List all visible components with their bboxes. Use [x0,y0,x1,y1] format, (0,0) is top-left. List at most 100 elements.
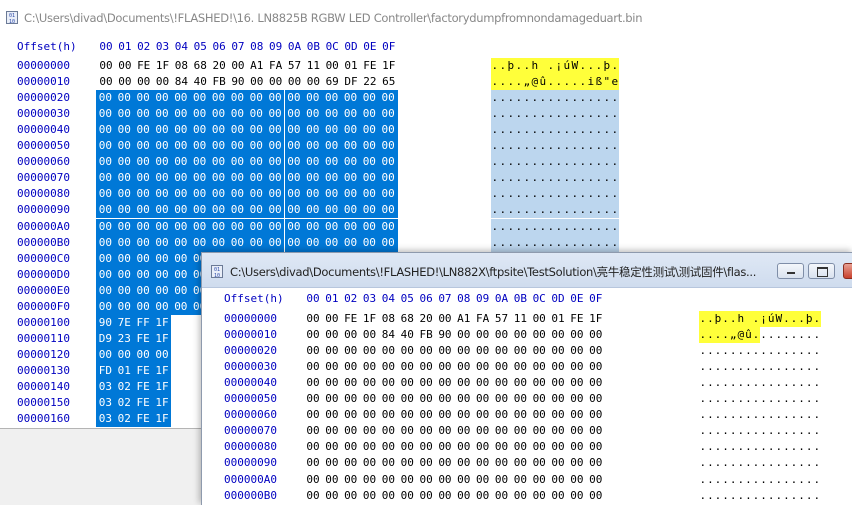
hex-byte[interactable]: 00 [133,122,153,139]
hex-byte[interactable]: 00 [152,106,172,123]
ascii-text[interactable]: ................ [699,407,821,423]
hex-byte[interactable]: 00 [455,327,473,343]
hex-byte[interactable]: 00 [96,250,115,267]
hex-byte[interactable]: 00 [322,218,342,235]
ascii-text[interactable]: .... „ @ û......... [699,327,821,344]
hex-byte[interactable]: 00 [378,154,398,171]
hex-byte[interactable]: 68 [191,58,209,74]
hex-byte[interactable]: 00 [322,138,342,155]
hex-byte[interactable]: 00 [304,74,322,90]
hex-byte[interactable]: 68 [398,311,416,327]
hex-byte[interactable]: 00 [587,488,605,504]
hex-byte[interactable]: 00 [171,266,191,283]
hex-byte[interactable]: 01 [114,362,134,379]
hex-byte[interactable]: FE [133,395,153,412]
hex-byte[interactable]: 00 [227,202,247,219]
hex-byte[interactable]: 00 [549,359,567,375]
hex-byte[interactable]: 00 [96,282,115,299]
hex-byte[interactable]: 00 [511,439,529,455]
hex-byte[interactable]: 00 [152,282,172,299]
hex-byte[interactable]: 00 [323,327,341,343]
hex-byte[interactable]: DF [342,74,360,90]
hex-byte[interactable]: 00 [304,472,322,488]
hex-byte[interactable]: FE [342,311,360,327]
hex-byte[interactable]: 00 [171,122,191,139]
hex-byte[interactable]: 00 [361,343,379,359]
hex-byte[interactable]: 00 [322,170,342,187]
hex-byte[interactable]: 00 [361,423,379,439]
hex-byte[interactable]: 00 [114,234,134,251]
hex-byte[interactable]: 00 [436,472,454,488]
hex-byte[interactable]: 00 [568,439,586,455]
hex-byte[interactable]: 00 [341,218,360,235]
hex-byte[interactable]: FA [474,311,492,327]
hex-byte[interactable]: 00 [549,423,567,439]
hex-byte[interactable]: 00 [323,391,341,407]
hex-byte[interactable]: 00 [530,391,548,407]
hex-byte[interactable]: 00 [304,455,322,471]
hex-byte[interactable]: 00 [265,186,285,203]
hex-byte[interactable]: 00 [190,186,210,203]
hex-byte[interactable]: 11 [511,311,529,327]
hex-byte[interactable]: 00 [152,234,172,251]
hex-byte[interactable]: 00 [455,359,473,375]
hex-byte[interactable]: 00 [265,170,285,187]
hex-byte[interactable]: 00 [303,106,323,123]
hex-byte[interactable]: 00 [342,343,360,359]
hex-byte[interactable]: 00 [436,343,454,359]
hex-byte[interactable]: 00 [341,106,360,123]
hex-byte[interactable]: D9 [96,330,115,347]
hex-byte[interactable]: 00 [379,407,397,423]
hex-byte[interactable]: 00 [246,186,266,203]
hex-byte[interactable]: 00 [530,472,548,488]
hex-byte[interactable]: 00 [361,375,379,391]
hex-byte[interactable]: 00 [114,90,134,107]
hex-byte[interactable]: FE [568,311,586,327]
hex-byte[interactable]: 00 [227,234,247,251]
hex-byte[interactable]: 00 [304,343,322,359]
hex-byte[interactable]: 00 [190,234,210,251]
hex-byte[interactable]: 00 [341,154,360,171]
hex-byte[interactable]: 00 [246,122,266,139]
hex-byte[interactable]: 00 [114,282,134,299]
hex-byte[interactable]: 00 [341,202,360,219]
hex-byte[interactable]: 00 [152,298,172,315]
hex-byte[interactable]: 00 [171,186,191,203]
hex-byte[interactable]: 00 [568,455,586,471]
hex-byte[interactable]: 00 [171,218,191,235]
hex-byte[interactable]: 00 [342,327,360,343]
hex-byte[interactable]: 00 [511,423,529,439]
hex-byte[interactable]: 00 [474,327,492,343]
hex-byte[interactable]: 00 [265,218,285,235]
hex-byte[interactable]: 00 [379,488,397,504]
hex-byte[interactable]: 00 [342,439,360,455]
hex-byte[interactable]: 00 [284,202,304,219]
hex-byte[interactable]: 65 [380,74,398,90]
hex-byte[interactable]: 03 [96,411,115,428]
ascii-text[interactable]: ................ [491,122,619,139]
hex-byte[interactable]: FE [135,58,153,74]
hex-byte[interactable]: 00 [133,170,153,187]
hex-byte[interactable]: 00 [511,391,529,407]
hex-byte[interactable]: 00 [114,186,134,203]
hex-byte[interactable]: 00 [304,423,322,439]
hex-byte[interactable]: 00 [474,391,492,407]
hex-byte[interactable]: 00 [116,74,134,90]
hex-byte[interactable]: 00 [530,488,548,504]
hex-byte[interactable]: 00 [96,234,115,251]
hex-byte[interactable]: 00 [265,106,285,123]
hex-byte[interactable]: 00 [227,154,247,171]
hex-byte[interactable]: 00 [379,455,397,471]
hex-byte[interactable]: 00 [379,391,397,407]
hex-byte[interactable]: 00 [587,455,605,471]
hex-byte[interactable]: 00 [284,234,304,251]
hex-byte[interactable]: 00 [549,327,567,343]
hex-byte[interactable]: 00 [342,375,360,391]
hex-byte[interactable]: 00 [511,407,529,423]
hex-byte[interactable]: 00 [474,343,492,359]
title-bar[interactable]: 01 10 C:\Users\divad\Documents\!FLASHED!\… [0,0,852,28]
ascii-text[interactable]: ................ [491,234,619,251]
hex-byte[interactable]: 00 [209,170,228,187]
hex-byte[interactable]: 00 [342,359,360,375]
title-bar[interactable]: 01 10 C:\Users\divad\Documents\!FLASHED!\… [202,253,852,288]
